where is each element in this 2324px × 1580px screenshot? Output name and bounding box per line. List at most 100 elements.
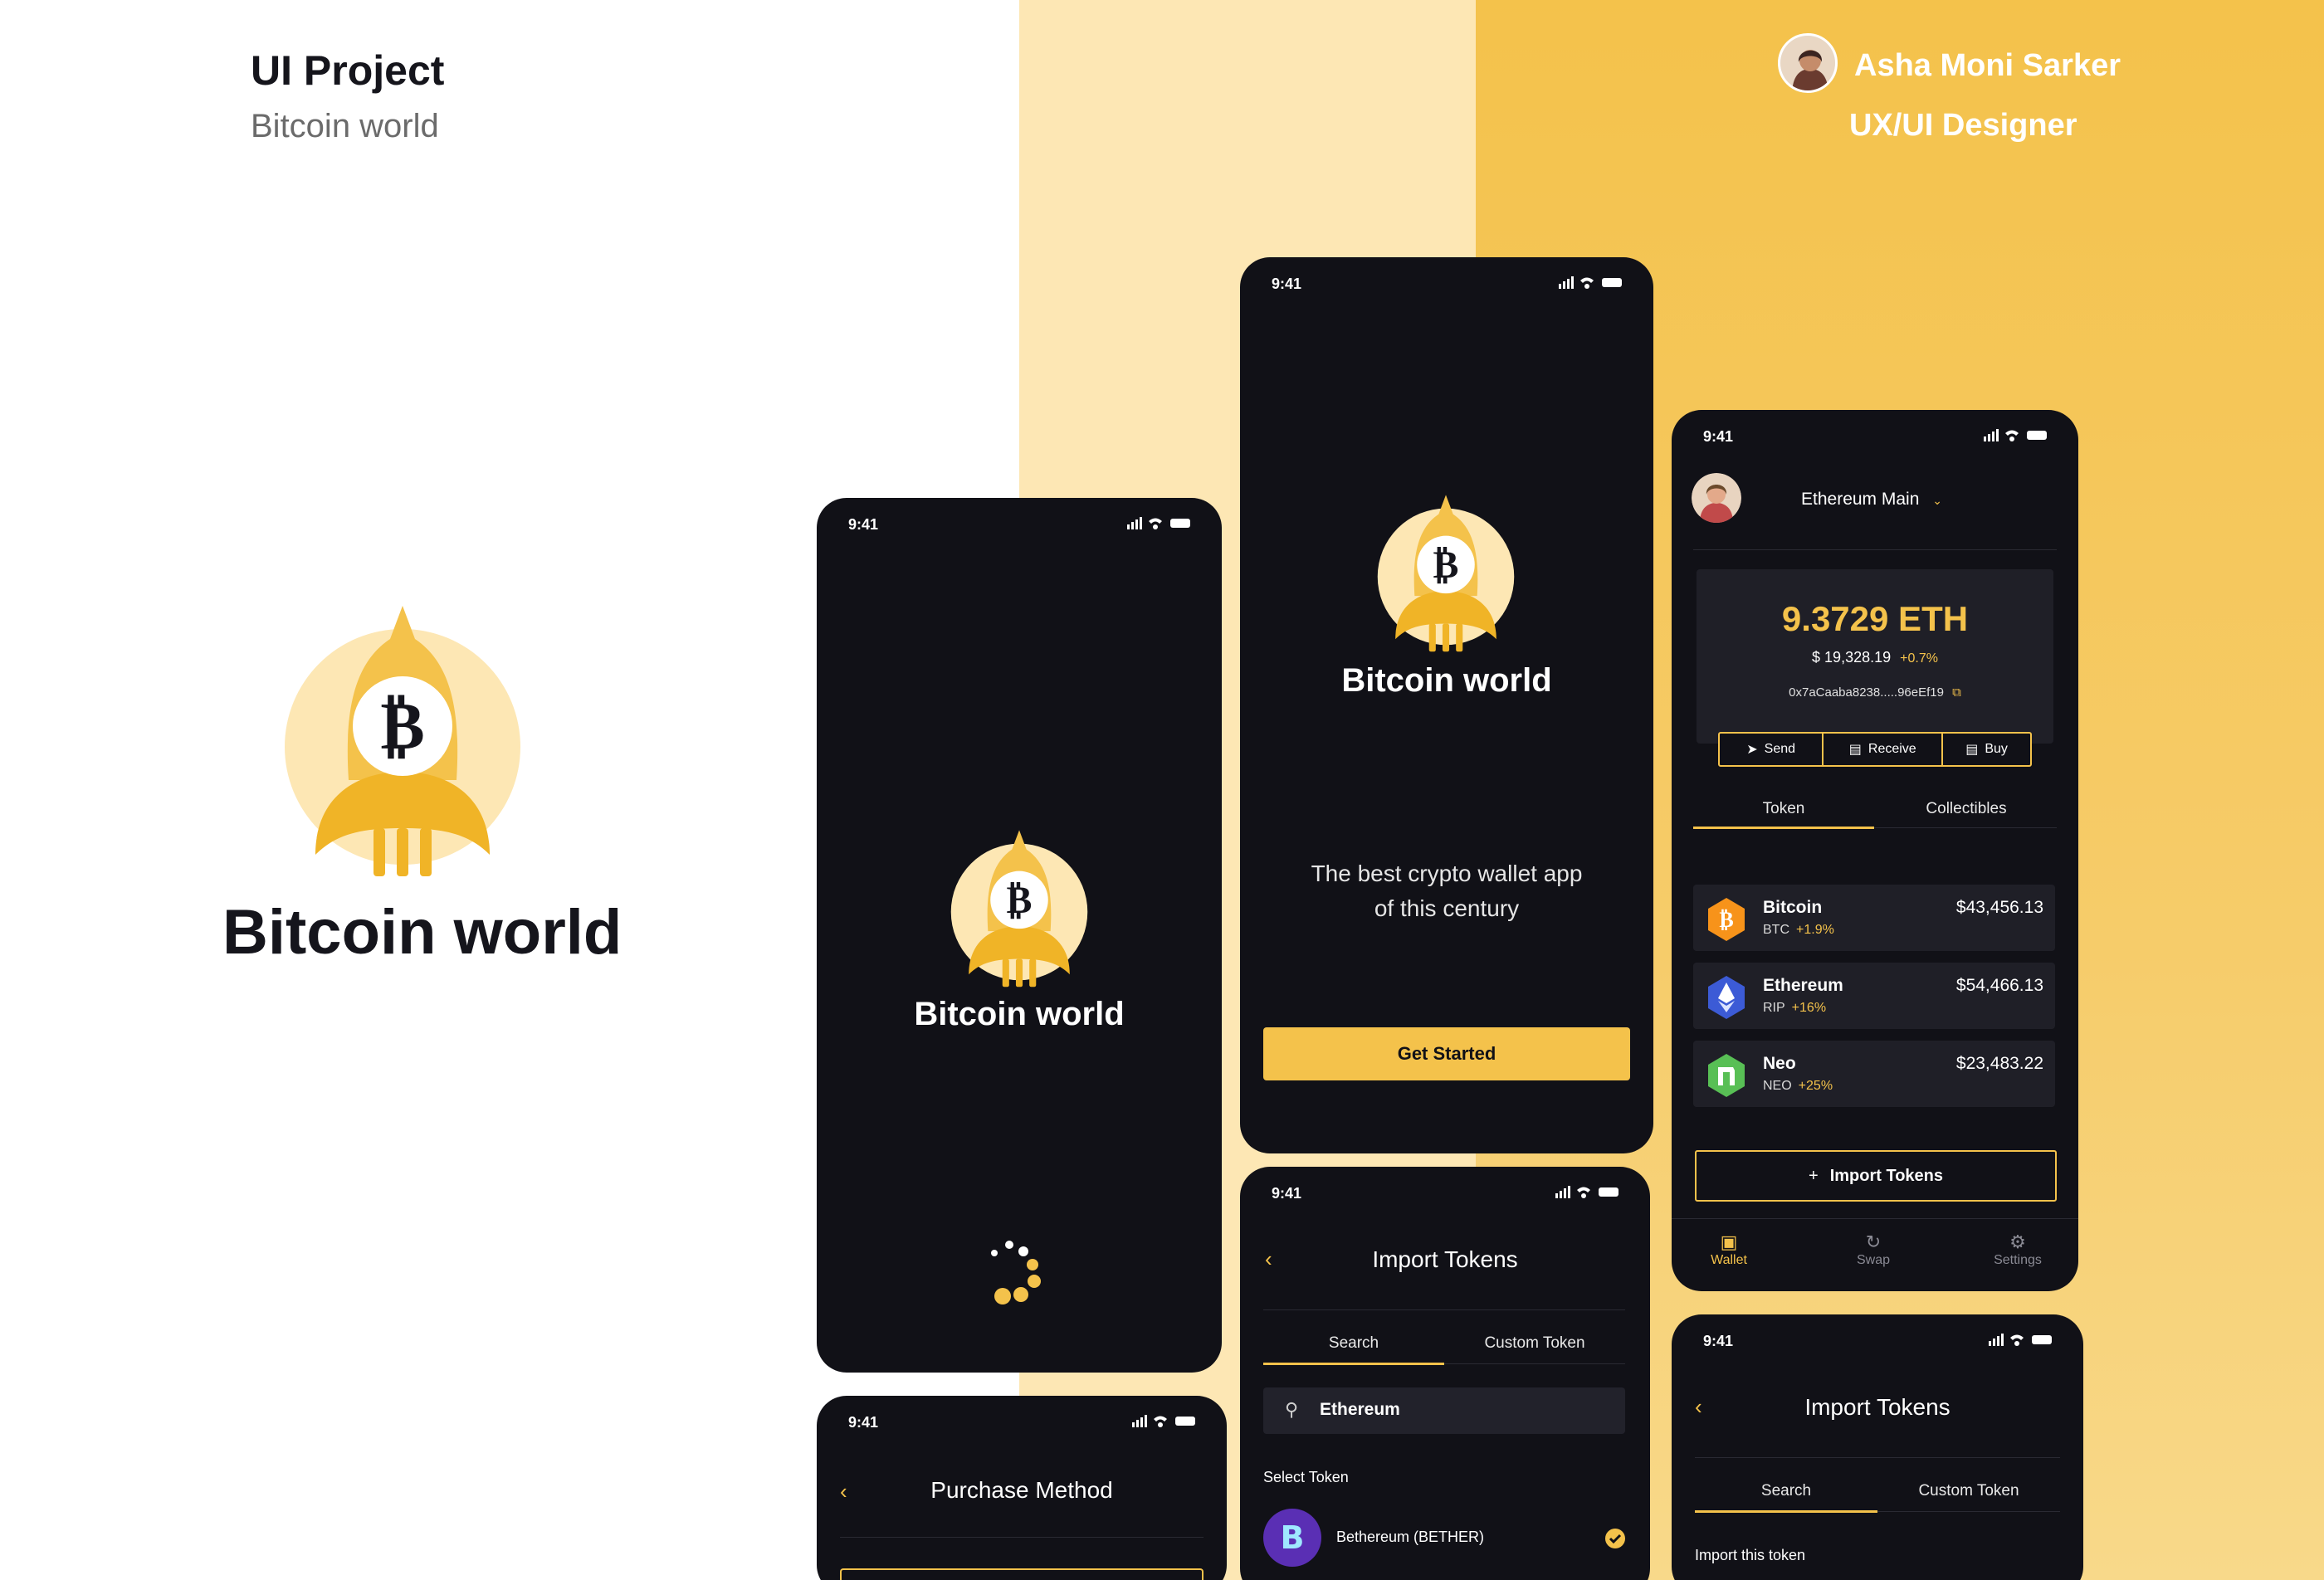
status-time: 9:41 [1272, 276, 1302, 292]
token-name: Bitcoin [1763, 898, 1823, 917]
header-divider [1263, 1309, 1625, 1310]
tab-token-underline [1693, 827, 1874, 829]
copy-icon[interactable]: ⧉ [1952, 685, 1961, 700]
svg-text:₿: ₿ [1007, 877, 1033, 922]
purchase-title: Purchase Method [930, 1477, 1113, 1503]
svg-text:₿: ₿ [380, 687, 424, 764]
import-tokens-screen: 9:41 ‹ Import Tokens Search Custom Token… [1672, 1314, 2083, 1580]
brand-wordmark: Bitcoin world [222, 897, 622, 968]
status-icons [1555, 1186, 1618, 1198]
nav-settings-label: Settings [1994, 1253, 2042, 1267]
gear-icon: ⚙ [2009, 1231, 2026, 1252]
token-symbol: RIP +16% [1763, 1001, 1827, 1015]
status-icons [1127, 517, 1190, 529]
address-text: 0x7aCaaba8238.....96eEf19 [1789, 685, 1944, 700]
rocket-logo-icon: ₿ [950, 830, 1088, 988]
buy-label: Buy [1985, 742, 2008, 756]
purchase-method-screen: 9:41 ‹ Purchase Method [817, 1396, 1227, 1580]
project-name: Bitcoin world [251, 108, 439, 144]
token-value: $43,456.13 [1955, 898, 2043, 917]
send-button[interactable]: ➤ Send [1720, 734, 1824, 765]
nav-swap[interactable]: ↻ Swap [1841, 1231, 1906, 1268]
import-tokens-search-screen: 9:41 ‹ Import Tokens Search Custom Token… [1240, 1167, 1650, 1580]
svg-text:B: B [1281, 1519, 1305, 1556]
tab-search-underline [1695, 1510, 1877, 1513]
token-symbol: BTC +1.9% [1763, 923, 1834, 937]
import-tokens-label: Import Tokens [1829, 1166, 1943, 1185]
header-divider [840, 1537, 1204, 1538]
status-icons [1132, 1415, 1195, 1427]
tab-custom-token[interactable]: Custom Token [1877, 1482, 2060, 1500]
token-name: Ethereum [1763, 976, 1843, 995]
balance-card: 9.3729 ETH $ 19,328.19 +0.7% 0x7aCaaba82… [1697, 569, 2053, 744]
network-label: Ethereum Main [1801, 490, 1920, 509]
svg-text:₿: ₿ [1433, 542, 1459, 587]
project-label: UI Project [251, 47, 445, 94]
token-symbol: NEO +25% [1763, 1079, 1833, 1093]
token-change: +1.9% [1796, 923, 1834, 937]
token-change: +25% [1798, 1079, 1833, 1093]
onboarding-screen: 9:41 ₿ Bitcoin world The best crypto wal… [1240, 257, 1653, 1153]
token-result-row[interactable]: B Bethereum (BETHER) [1263, 1509, 1625, 1568]
neo-icon [1708, 1054, 1745, 1097]
check-icon [1605, 1529, 1625, 1548]
network-selector[interactable]: Ethereum Main ⌄ [1801, 490, 1942, 510]
status-time: 9:41 [848, 1414, 879, 1431]
status-icons [1984, 429, 2047, 441]
tagline-line-2: of this century [1374, 895, 1520, 921]
status-time: 9:41 [848, 516, 879, 533]
receive-icon: ▤ [1848, 743, 1862, 757]
buy-icon: ▤ [1965, 743, 1979, 757]
receive-button[interactable]: ▤ Receive [1824, 734, 1944, 765]
token-row-bitcoin[interactable]: ₿ Bitcoin BTC +1.9% $43,456.13 [1693, 885, 2055, 951]
token-row-neo[interactable]: Neo NEO +25% $23,483.22 [1693, 1041, 2055, 1107]
svg-text:₿: ₿ [1719, 908, 1733, 933]
token-change: +16% [1791, 1001, 1827, 1015]
buy-button[interactable]: ▤ Buy [1943, 734, 2030, 765]
get-started-button[interactable]: Get Started [1263, 1027, 1630, 1080]
fiat-value: $ 19,328.19 [1812, 649, 1892, 666]
fiat-balance: $ 19,328.19 +0.7% [1697, 649, 2053, 666]
tab-divider [1444, 1363, 1625, 1364]
nav-wallet[interactable]: ▣ Wallet [1697, 1231, 1761, 1268]
token-value: $54,466.13 [1955, 976, 2043, 995]
profile-avatar[interactable] [1692, 473, 1741, 523]
header-divider [1693, 549, 2057, 550]
status-icons [1559, 276, 1622, 289]
nav-wallet-label: Wallet [1711, 1253, 1747, 1267]
receive-label: Receive [1868, 742, 1916, 756]
bottom-nav-divider [1672, 1218, 2078, 1219]
tagline: The best crypto wallet app of this centu… [1240, 856, 1653, 926]
send-label: Send [1764, 742, 1796, 756]
tab-divider [1874, 827, 2057, 828]
import-this-token-label: Import this token [1695, 1547, 1806, 1563]
status-time: 9:41 [1703, 1333, 1734, 1349]
tab-collectibles[interactable]: Collectibles [1876, 800, 2057, 818]
nav-settings[interactable]: ⚙ Settings [1982, 1231, 2053, 1268]
designer-role: UX/UI Designer [1849, 108, 2077, 143]
tab-token[interactable]: Token [1693, 800, 1874, 818]
token-result-name: Bethereum (BETHER) [1336, 1529, 1485, 1545]
tagline-line-1: The best crypto wallet app [1311, 861, 1583, 886]
import-tokens-button[interactable]: + Import Tokens [1695, 1150, 2057, 1202]
tab-search[interactable]: Search [1695, 1482, 1877, 1500]
tab-search-underline [1263, 1363, 1444, 1365]
plus-icon: + [1809, 1166, 1819, 1185]
ethereum-icon [1708, 976, 1745, 1019]
nav-swap-label: Swap [1856, 1253, 1891, 1267]
bitcoin-icon: ₿ [1708, 898, 1745, 941]
search-input[interactable]: ⚲ Ethereum [1263, 1387, 1625, 1434]
status-icons [1989, 1334, 2052, 1346]
token-row-ethereum[interactable]: Ethereum RIP +16% $54,466.13 [1693, 963, 2055, 1029]
tab-search[interactable]: Search [1263, 1334, 1444, 1353]
chevron-down-icon: ⌄ [1932, 494, 1942, 507]
designer-name: Asha Moni Sarker [1854, 48, 2121, 83]
splash-screen: 9:41 ₿ Bitcoin world [817, 498, 1222, 1373]
purchase-option[interactable] [840, 1568, 1204, 1580]
tab-custom-token[interactable]: Custom Token [1444, 1334, 1625, 1353]
status-time: 9:41 [1703, 428, 1734, 445]
action-bar: ➤ Send ▤ Receive ▤ Buy [1718, 732, 2032, 767]
fiat-change: +0.7% [1900, 651, 1938, 666]
search-icon: ⚲ [1285, 1399, 1299, 1420]
swap-icon: ↻ [1865, 1231, 1882, 1252]
